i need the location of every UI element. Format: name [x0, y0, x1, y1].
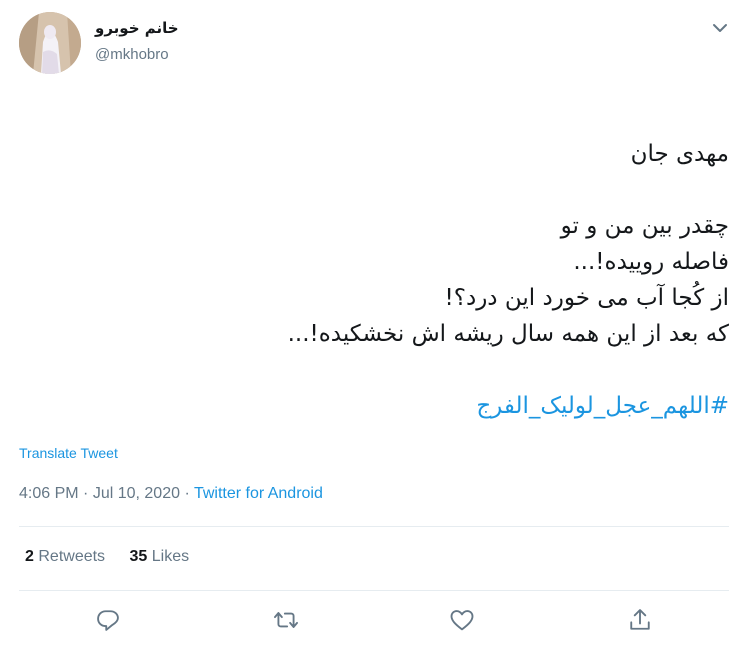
meta-separator: ·: [180, 485, 194, 502]
tweet-line: مهدی جان: [630, 141, 729, 167]
tweet-date[interactable]: Jul 10, 2020: [93, 485, 180, 502]
tweet-time[interactable]: 4:06 PM: [19, 485, 79, 502]
divider: [19, 526, 729, 527]
retweets-count: 2: [25, 548, 34, 565]
likes-stat[interactable]: 35 Likes: [130, 548, 190, 565]
tweet-source-link[interactable]: Twitter for Android: [194, 485, 323, 502]
likes-label: Likes: [151, 548, 190, 565]
chevron-down-icon[interactable]: [708, 16, 732, 40]
retweet-icon[interactable]: [272, 606, 300, 634]
tweet-line: فاصله روییده!...: [573, 249, 729, 275]
display-name[interactable]: خانم خوبرو: [95, 19, 179, 37]
tweet-line: چقدر بین من و تو: [560, 213, 729, 239]
avatar[interactable]: [19, 12, 81, 74]
hashtag-link[interactable]: #اللهم_عجل_لولیک_الفرج: [29, 388, 729, 424]
tweet-line: از کُجا آب می خورد این درد؟!: [444, 285, 729, 311]
tweet-actions: [0, 606, 748, 636]
meta-separator: ·: [78, 485, 93, 502]
tweet-text: مهدی جان چقدر بین من و تو فاصله روییده!.…: [29, 136, 729, 424]
tweet-stats: 2 Retweets 35 Likes: [25, 548, 209, 566]
likes-count: 35: [129, 548, 148, 565]
retweets-stat[interactable]: 2 Retweets: [25, 548, 105, 565]
retweets-label: Retweets: [38, 548, 106, 565]
share-icon[interactable]: [626, 606, 654, 634]
heart-icon[interactable]: [448, 606, 476, 634]
translate-tweet-link[interactable]: Translate Tweet: [19, 445, 118, 461]
tweet-line: که بعد از این همه سال ریشه اش نخشکیده!..…: [287, 321, 729, 347]
user-handle[interactable]: @mkhobro: [95, 46, 169, 63]
tweet-meta: 4:06 PM · Jul 10, 2020 · Twitter for And…: [19, 485, 323, 503]
avatar-image: [19, 12, 81, 74]
reply-icon[interactable]: [94, 606, 122, 634]
divider: [19, 590, 729, 591]
